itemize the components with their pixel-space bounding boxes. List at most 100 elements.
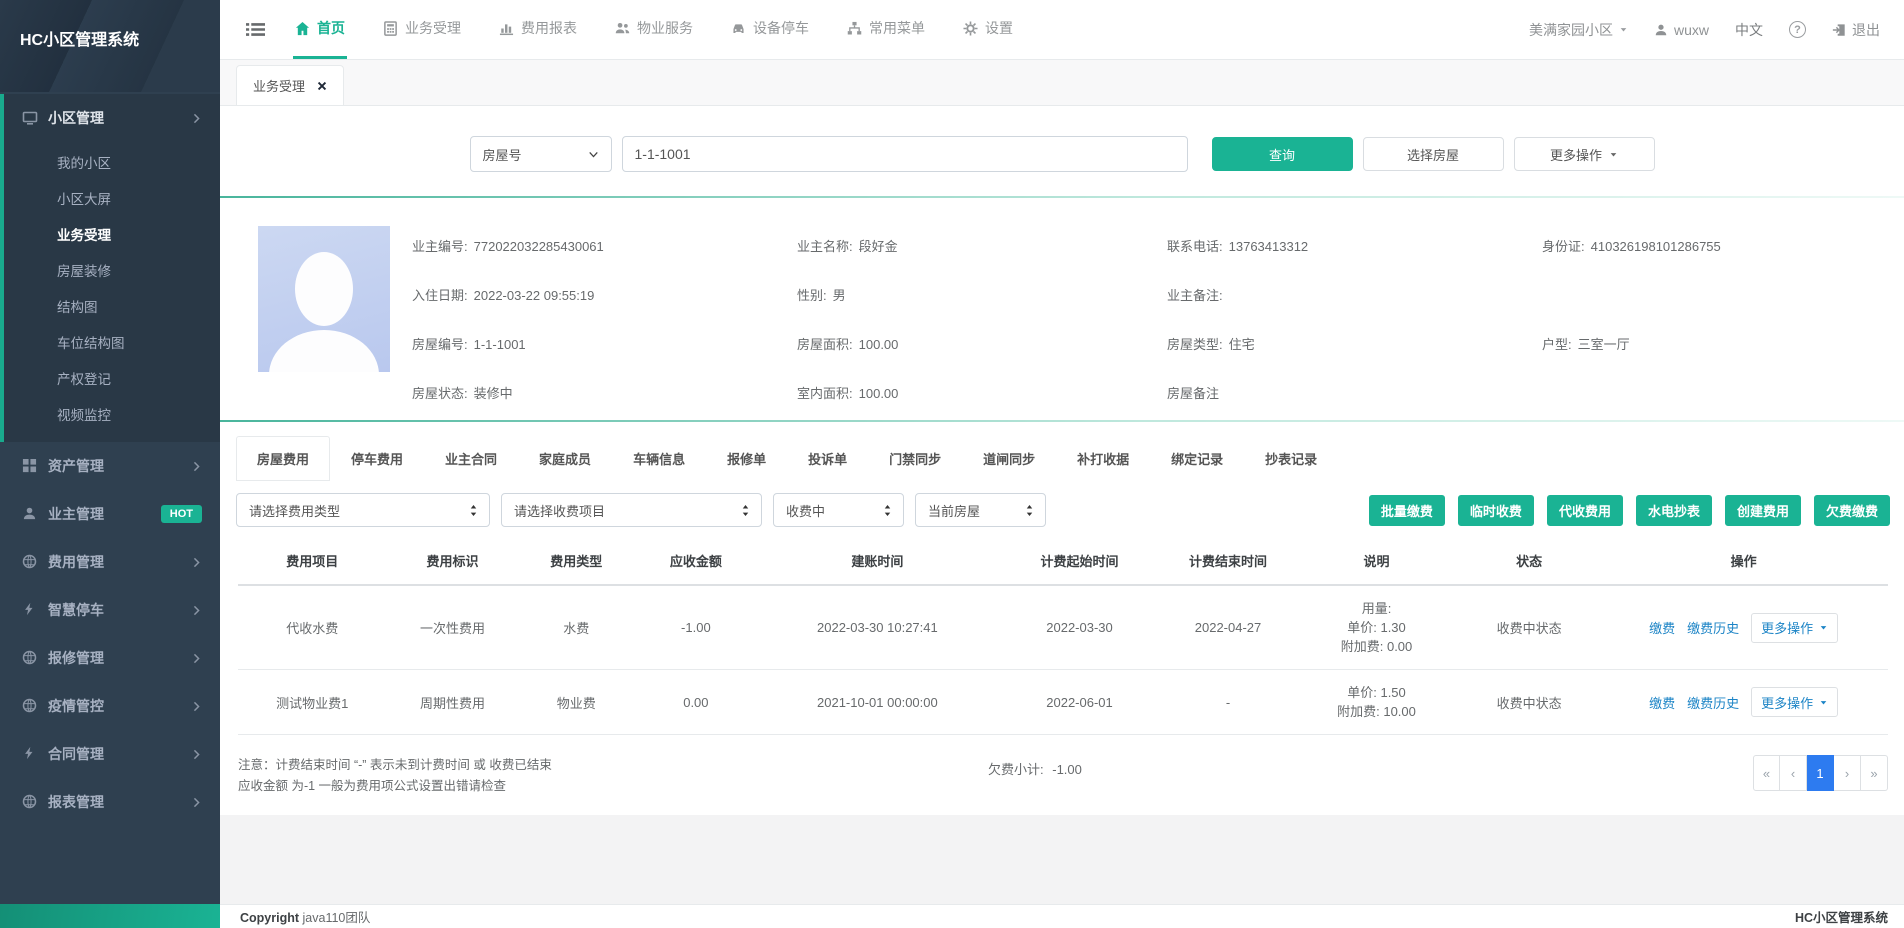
create-fee-button[interactable]: 创建费用: [1725, 495, 1801, 526]
nav-item-fee-report[interactable]: 费用报表: [497, 0, 579, 59]
fee-type-select[interactable]: 请选择费用类型: [236, 493, 490, 527]
tab-owner-contract[interactable]: 业主合同: [424, 436, 518, 481]
sidebar-item-property-registration[interactable]: 产权登记: [4, 360, 220, 396]
chevron-right-icon: [191, 797, 202, 808]
tab-vehicle-info[interactable]: 车辆信息: [612, 436, 706, 481]
menu-toggle-icon[interactable]: [240, 0, 271, 59]
sidebar-item-asset-mgmt[interactable]: 资产管理: [4, 442, 220, 490]
tab-binding-records[interactable]: 绑定记录: [1150, 436, 1244, 481]
meter-reading-button[interactable]: 水电抄表: [1636, 495, 1712, 526]
community-name: 美满家园小区: [1529, 20, 1613, 40]
top-nav-items: 首页 业务受理 费用报表 物业服务 设备停车: [293, 0, 1015, 59]
col-fee-flag: 费用标识: [387, 537, 519, 585]
sidebar-item-business-acceptance[interactable]: 业务受理: [4, 216, 220, 252]
logout-button[interactable]: 退出: [1832, 20, 1880, 40]
col-amount: 应收金额: [634, 537, 758, 585]
owner-fields-grid: 业主编号:772022032285430061 业主名称:段好金 联系电话:13…: [412, 226, 1884, 402]
help-icon[interactable]: ?: [1789, 21, 1806, 38]
tab-gate-sync[interactable]: 道闸同步: [962, 436, 1056, 481]
sidebar-item-my-community[interactable]: 我的小区: [4, 144, 220, 180]
temp-charge-button[interactable]: 临时收费: [1458, 495, 1534, 526]
nav-item-device-parking[interactable]: 设备停车: [729, 0, 811, 59]
monitor-icon: [22, 110, 38, 126]
tab-house-fee[interactable]: 房屋费用: [236, 436, 330, 481]
community-dropdown[interactable]: 美满家园小区: [1529, 20, 1628, 40]
chevron-right-icon: [191, 653, 202, 664]
owed-pay-button[interactable]: 欠费缴费: [1814, 495, 1890, 526]
house-scope-select[interactable]: 当前房屋: [915, 493, 1046, 527]
sidebar-item-community-screen[interactable]: 小区大屏: [4, 180, 220, 216]
owner-field: 户型:三室一厅: [1542, 334, 1884, 353]
footer: Copyright java110团队 HC小区管理系统: [220, 904, 1904, 928]
tab-repair-order[interactable]: 报修单: [706, 436, 787, 481]
nav-item-settings[interactable]: 设置: [961, 0, 1015, 59]
select-house-button[interactable]: 选择房屋: [1363, 137, 1504, 171]
pay-history-link[interactable]: 缴费历史: [1687, 693, 1739, 712]
owner-field: 室内面积:100.00: [797, 383, 1167, 402]
pay-link[interactable]: 缴费: [1649, 618, 1675, 637]
tab-reprint-receipt[interactable]: 补打收据: [1056, 436, 1150, 481]
fee-state-select[interactable]: 收费中: [773, 493, 904, 527]
page-last-button[interactable]: »: [1861, 755, 1888, 791]
row-more-actions-button[interactable]: 更多操作: [1751, 613, 1838, 643]
page-prev-button[interactable]: ‹: [1780, 755, 1807, 791]
sidebar-item-contract-mgmt[interactable]: 合同管理: [4, 730, 220, 778]
user-icon: [1654, 23, 1668, 37]
batch-pay-button[interactable]: 批量缴费: [1369, 495, 1445, 526]
sidebar-item-video-monitor[interactable]: 视频监控: [4, 396, 220, 432]
sidebar-item-report-mgmt[interactable]: 报表管理: [4, 778, 220, 826]
close-icon[interactable]: [317, 81, 327, 91]
collect-fee-button[interactable]: 代收费用: [1547, 495, 1623, 526]
page-next-button[interactable]: ›: [1834, 755, 1861, 791]
status-cell: 收费中状态: [1459, 670, 1599, 735]
sidebar-item-repair-mgmt[interactable]: 报修管理: [4, 634, 220, 682]
page-first-button[interactable]: «: [1753, 755, 1780, 791]
sidebar-item-fee-mgmt[interactable]: 费用管理: [4, 538, 220, 586]
owner-field: [1542, 285, 1884, 304]
sidebar-group: 报修管理: [0, 634, 220, 682]
sidebar-item-epidemic-control[interactable]: 疫情管控: [4, 682, 220, 730]
user-menu[interactable]: wuxw: [1654, 22, 1709, 38]
tab-family-members[interactable]: 家庭成员: [518, 436, 612, 481]
caret-down-icon: [1619, 25, 1628, 34]
sidebar-item-community-mgmt[interactable]: 小区管理: [4, 94, 220, 142]
owner-field: 入住日期:2022-03-22 09:55:19: [412, 285, 797, 304]
nav-item-home[interactable]: 首页: [293, 0, 347, 59]
search-field-select[interactable]: 房屋号: [470, 136, 612, 172]
caret-down-icon: [1819, 698, 1828, 707]
sidebar-item-smart-parking[interactable]: 智慧停车: [4, 586, 220, 634]
sidebar-item-owner-mgmt[interactable]: 业主管理 HOT: [4, 490, 220, 538]
tab-access-sync[interactable]: 门禁同步: [868, 436, 962, 481]
row-more-actions-button[interactable]: 更多操作: [1751, 687, 1838, 717]
updown-arrows-icon: [882, 504, 893, 517]
language-switch[interactable]: 中文: [1735, 20, 1763, 40]
pay-link[interactable]: 缴费: [1649, 693, 1675, 712]
sidebar-item-structure-map[interactable]: 结构图: [4, 288, 220, 324]
query-button[interactable]: 查询: [1212, 137, 1353, 171]
fee-item-select[interactable]: 请选择收费项目: [501, 493, 762, 527]
sidebar-item-parking-structure-map[interactable]: 车位结构图: [4, 324, 220, 360]
nav-item-common-menu[interactable]: 常用菜单: [845, 0, 927, 59]
tab-complaint-order[interactable]: 投诉单: [787, 436, 868, 481]
nav-item-property-service[interactable]: 物业服务: [613, 0, 695, 59]
col-start: 计费起始时间: [997, 537, 1162, 585]
page-tabstrip: 业务受理: [220, 60, 1904, 106]
sidebar-menu: 小区管理 我的小区 小区大屏 业务受理 房屋装修 结构图 车位结构图 产权登记 …: [0, 92, 220, 904]
pay-history-link[interactable]: 缴费历史: [1687, 618, 1739, 637]
tab-parking-fee[interactable]: 停车费用: [330, 436, 424, 481]
col-status: 状态: [1459, 537, 1599, 585]
chevron-right-icon: [191, 749, 202, 760]
nav-item-business-acceptance[interactable]: 业务受理: [381, 0, 463, 59]
more-actions-button[interactable]: 更多操作: [1514, 137, 1655, 171]
fee-table-row: 代收水费 一次性费用 水费 -1.00 2022-03-30 10:27:41 …: [238, 585, 1888, 670]
search-input[interactable]: [622, 136, 1188, 172]
page-1-button[interactable]: 1: [1807, 755, 1834, 791]
fee-table: 费用项目 费用标识 费用类型 应收金额 建账时间 计费起始时间 计费结束时间 说…: [238, 537, 1888, 735]
sitemap-icon: [847, 21, 862, 36]
page-tab-business-acceptance[interactable]: 业务受理: [236, 65, 344, 105]
nav-item-label: 费用报表: [521, 18, 577, 38]
sidebar-group: 疫情管控: [0, 682, 220, 730]
owner-field: 业主名称:段好金: [797, 236, 1167, 255]
tab-meter-records[interactable]: 抄表记录: [1244, 436, 1338, 481]
sidebar-item-house-decoration[interactable]: 房屋装修: [4, 252, 220, 288]
